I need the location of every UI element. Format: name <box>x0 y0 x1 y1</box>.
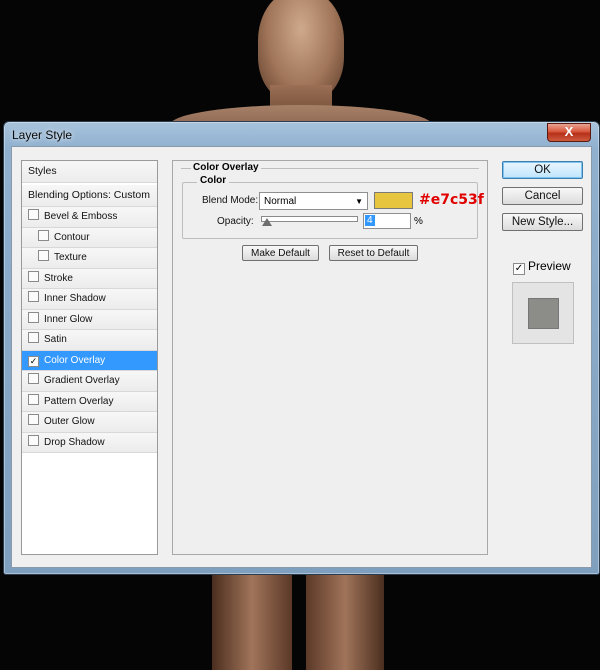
style-item-label: Inner Glow <box>44 313 93 325</box>
preview-checkbox[interactable]: ✓ <box>513 263 525 275</box>
dialog-client: Styles Blending Options: Custom Bevel & … <box>11 146 592 568</box>
opacity-slider-track[interactable] <box>261 216 358 222</box>
style-checkbox[interactable]: ✓ <box>28 355 39 367</box>
style-item-label: Contour <box>54 231 90 243</box>
make-default-button[interactable]: Make Default <box>242 245 319 261</box>
style-item-inner-glow[interactable]: Inner Glow <box>22 309 157 330</box>
reset-to-default-button[interactable]: Reset to Default <box>329 245 418 261</box>
style-item-label: Pattern Overlay <box>44 395 114 407</box>
style-item-label: Stroke <box>44 272 73 284</box>
preview-thumbnail <box>512 282 574 344</box>
fieldset-title: Color <box>197 175 230 186</box>
title-bar[interactable]: Layer Style X <box>4 122 599 146</box>
opacity-unit: % <box>414 216 423 227</box>
style-item-label: Drop Shadow <box>44 436 105 448</box>
style-checkbox[interactable] <box>28 291 39 302</box>
blend-mode-select[interactable]: Normal ▼ <box>259 192 368 210</box>
styles-list: Styles Blending Options: Custom Bevel & … <box>21 160 158 555</box>
chevron-down-icon: ▼ <box>355 197 363 206</box>
style-items: Bevel & Emboss Contour Texture Stroke Inner … <box>22 207 157 453</box>
style-item-inner-shadow[interactable]: Inner Shadow <box>22 289 157 310</box>
opacity-label: Opacity: <box>217 216 254 227</box>
style-item-color-overlay[interactable]: ✓ Color Overlay <box>22 350 157 371</box>
color-swatch[interactable] <box>374 192 413 209</box>
style-checkbox[interactable] <box>28 209 39 220</box>
opacity-value: 4 <box>365 215 375 226</box>
style-checkbox[interactable] <box>28 414 39 425</box>
style-item-stroke[interactable]: Stroke <box>22 268 157 289</box>
opacity-input[interactable]: 4 <box>363 213 411 229</box>
group-title: Color Overlay <box>191 162 261 173</box>
blend-mode-label: Blend Mode: <box>202 195 259 206</box>
styles-header[interactable]: Styles <box>22 161 157 183</box>
style-item-contour[interactable]: Contour <box>22 227 157 248</box>
figure-left-leg <box>212 560 292 670</box>
ok-button[interactable]: OK <box>502 161 583 179</box>
style-item-outer-glow[interactable]: Outer Glow <box>22 412 157 433</box>
figure-right-leg <box>306 560 384 670</box>
style-item-label: Outer Glow <box>44 416 95 427</box>
opacity-slider-thumb[interactable] <box>261 218 272 226</box>
style-checkbox[interactable] <box>38 229 49 241</box>
blending-options-header[interactable]: Blending Options: Custom <box>22 185 157 207</box>
style-item-gradient-overlay[interactable]: Gradient Overlay <box>22 371 157 392</box>
style-checkbox[interactable] <box>28 332 39 343</box>
layer-style-dialog: Layer Style X Styles Blending Options: C… <box>3 121 600 575</box>
style-checkbox[interactable] <box>28 373 39 384</box>
style-checkbox[interactable] <box>38 250 49 261</box>
preview-label: Preview <box>528 259 571 273</box>
style-checkbox[interactable] <box>28 434 39 446</box>
style-item-label: Texture <box>54 252 87 263</box>
new-style-button[interactable]: New Style... <box>502 213 583 231</box>
style-item-satin[interactable]: Satin <box>22 330 157 351</box>
blend-mode-value: Normal <box>264 196 297 207</box>
style-checkbox[interactable] <box>28 311 39 323</box>
preview-toggle[interactable]: ✓ Preview <box>513 259 571 275</box>
color-overlay-panel: Color Overlay Color Blend Mode: Normal ▼… <box>172 160 488 555</box>
hex-annotation: #e7c53f <box>419 192 484 208</box>
style-item-label: Color Overlay <box>44 354 106 366</box>
close-button[interactable]: X <box>547 123 591 142</box>
style-item-label: Satin <box>44 334 67 345</box>
close-icon: X <box>564 124 574 139</box>
cancel-button[interactable]: Cancel <box>502 187 583 205</box>
style-item-label: Inner Shadow <box>44 293 106 304</box>
style-item-texture[interactable]: Texture <box>22 248 157 269</box>
style-item-label: Gradient Overlay <box>44 375 120 386</box>
style-item-drop-shadow[interactable]: Drop Shadow <box>22 432 157 453</box>
style-checkbox[interactable] <box>28 270 39 282</box>
style-item-bevel-emboss[interactable]: Bevel & Emboss <box>22 207 157 228</box>
preview-swatch <box>528 298 559 329</box>
style-item-pattern-overlay[interactable]: Pattern Overlay <box>22 391 157 412</box>
style-item-label: Bevel & Emboss <box>44 211 118 222</box>
color-fieldset: Color Blend Mode: Normal ▼ #e7c53f Opaci… <box>182 175 484 239</box>
style-checkbox[interactable] <box>28 393 39 405</box>
dialog-title: Layer Style <box>12 128 73 142</box>
